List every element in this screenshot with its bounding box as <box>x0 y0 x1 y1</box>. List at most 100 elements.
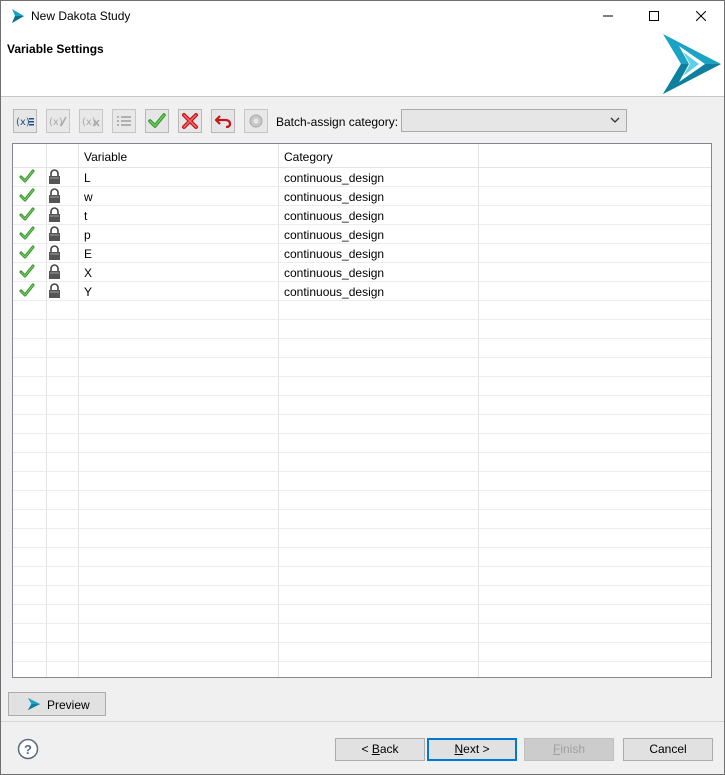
preview-label: Preview <box>47 698 90 712</box>
category-cell[interactable]: continuous_design <box>284 285 384 299</box>
table-row[interactable]: w continuous_design <box>13 187 711 206</box>
category-cell[interactable]: continuous_design <box>284 209 384 223</box>
svg-text:(x): (x) <box>16 117 30 128</box>
lock-icon <box>49 264 60 279</box>
dakota-logo-icon <box>663 34 721 94</box>
undo-icon <box>214 115 232 129</box>
row-grid-line <box>13 623 711 624</box>
maximize-icon <box>649 11 659 21</box>
table-row[interactable]: Lcontinuous_design <box>13 168 711 187</box>
dakota-app-icon <box>12 9 24 23</box>
row-grid-line <box>13 528 711 529</box>
check-all-icon <box>148 113 166 128</box>
column-header-variable[interactable]: Variable <box>84 150 127 164</box>
column-header-category[interactable]: Category <box>284 150 333 164</box>
variable-name-cell: t <box>84 209 88 223</box>
row-grid-line <box>13 395 711 396</box>
settings-button[interactable] <box>244 109 268 133</box>
close-button[interactable] <box>678 1 724 31</box>
row-grid-line <box>13 547 711 548</box>
table-row[interactable]: Ycontinuous_design <box>13 282 711 301</box>
page-title: Variable Settings <box>7 42 104 56</box>
variable-edit-icon: (x) <box>49 116 67 128</box>
category-cell[interactable]: continuous_design <box>284 171 384 185</box>
variable-remove-button[interactable]: (x) <box>79 109 103 133</box>
row-grid-line <box>13 319 711 320</box>
variable-edit-button[interactable]: (x) <box>46 109 70 133</box>
check-icon[interactable] <box>19 169 35 184</box>
row-grid-line <box>13 357 711 358</box>
row-grid-line <box>13 490 711 491</box>
table-row[interactable]: Econtinuous_design <box>13 244 711 263</box>
category-cell[interactable]: continuous_design <box>284 247 384 261</box>
maximize-button[interactable] <box>631 1 677 31</box>
close-icon <box>696 11 706 21</box>
variable-name-cell: Y <box>84 285 93 299</box>
back-prefix: < <box>361 742 372 756</box>
category-cell[interactable]: continuous_design <box>284 228 384 242</box>
lock-icon <box>49 245 60 260</box>
category-cell[interactable]: continuous_design <box>284 190 384 204</box>
row-grid-line <box>13 414 711 415</box>
variable-insert-icon: (x) <box>16 117 34 128</box>
batch-assign-category-select[interactable] <box>401 109 627 132</box>
back-mnemonic: B <box>371 742 380 756</box>
help-icon[interactable]: ? <box>17 738 39 760</box>
row-grid-line <box>13 338 711 339</box>
variable-remove-icon: (x) <box>82 117 100 128</box>
finish-button[interactable]: Finish <box>524 738 614 761</box>
dialog-window: New Dakota Study Variable Settings (x) (… <box>0 0 725 775</box>
title-bar[interactable]: New Dakota Study <box>1 1 724 31</box>
check-all-button[interactable] <box>145 109 169 133</box>
lock-icon <box>49 283 60 298</box>
table-row[interactable]: t continuous_design <box>13 206 711 225</box>
row-grid-line <box>13 452 711 453</box>
variable-table[interactable]: Variable Category Lcontinuous_design w con… <box>12 143 712 678</box>
check-icon[interactable] <box>19 207 35 222</box>
window-title: New Dakota Study <box>31 9 131 23</box>
list-button[interactable] <box>112 109 136 133</box>
lock-icon <box>49 188 60 203</box>
check-icon[interactable] <box>19 283 35 298</box>
back-button[interactable]: < Back <box>335 738 425 761</box>
table-row[interactable]: Xcontinuous_design <box>13 263 711 282</box>
check-icon[interactable] <box>19 188 35 203</box>
row-grid-line <box>13 471 711 472</box>
row-grid-line <box>13 566 711 567</box>
variable-name-cell: L <box>84 171 91 185</box>
next-mnemonic: N <box>454 742 464 756</box>
minimize-icon <box>603 15 613 17</box>
settings-icon <box>249 114 263 128</box>
variable-name-cell: X <box>84 266 93 280</box>
chevron-down-icon <box>610 117 620 123</box>
row-grid-line <box>13 661 711 662</box>
svg-text:?: ? <box>24 742 32 757</box>
row-grid-line <box>13 642 711 643</box>
preview-button[interactable]: Preview <box>8 692 106 716</box>
row-grid-line <box>13 376 711 377</box>
table-row[interactable]: p continuous_design <box>13 225 711 244</box>
row-grid-line <box>13 433 711 434</box>
variable-insert-button[interactable]: (x) <box>13 109 37 133</box>
check-icon[interactable] <box>19 245 35 260</box>
cancel-button[interactable]: Cancel <box>623 738 713 761</box>
variable-name-cell: w <box>84 190 93 204</box>
list-icon <box>117 116 131 126</box>
check-icon[interactable] <box>19 264 35 279</box>
row-grid-line <box>13 604 711 605</box>
batch-assign-label: Batch-assign category: <box>276 115 399 129</box>
preview-dakota-icon <box>27 697 41 711</box>
uncheck-all-button[interactable] <box>178 109 202 133</box>
svg-text:(x): (x) <box>82 117 96 128</box>
undo-button[interactable] <box>211 109 235 133</box>
table-header: Variable Category <box>13 144 711 168</box>
check-icon[interactable] <box>19 226 35 241</box>
finish-label: inish <box>560 742 586 756</box>
next-button[interactable]: Next > <box>427 738 517 761</box>
category-cell[interactable]: continuous_design <box>284 266 384 280</box>
minimize-button[interactable] <box>585 1 631 31</box>
row-grid-line <box>13 509 711 510</box>
lock-icon <box>49 226 60 241</box>
lock-icon <box>49 207 60 222</box>
variable-name-cell: p <box>84 228 91 242</box>
